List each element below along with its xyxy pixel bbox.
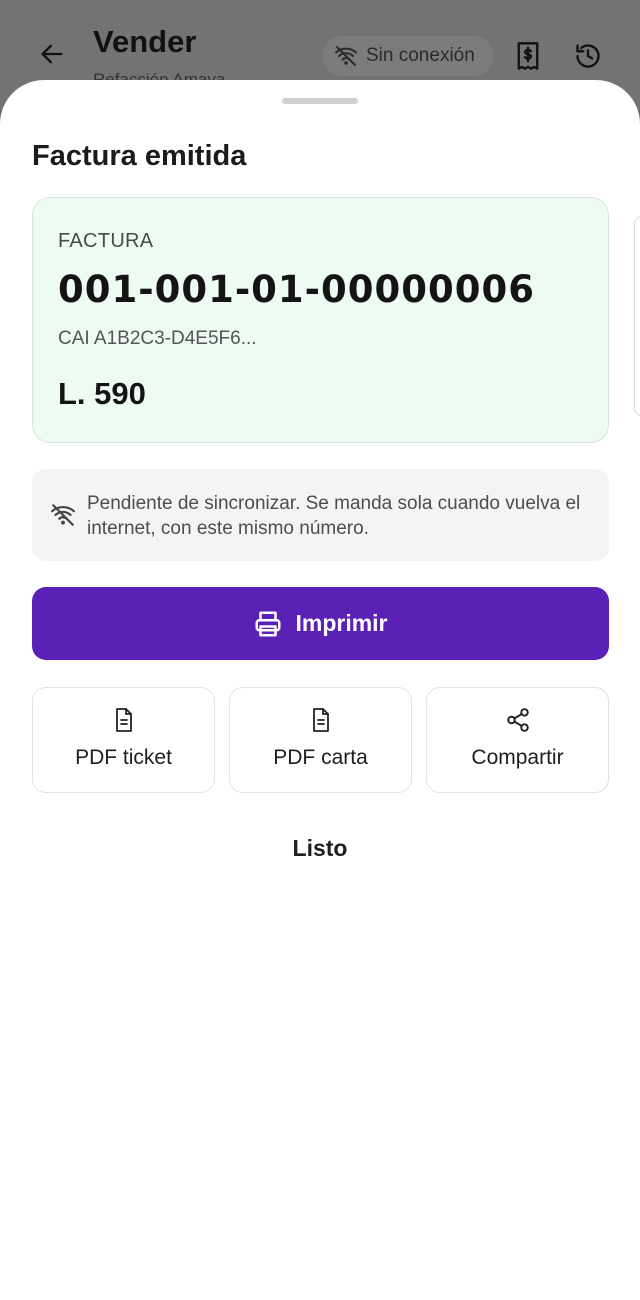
invoice-label: FACTURA bbox=[58, 230, 154, 252]
pdf-letter-label: PDF carta bbox=[273, 746, 368, 769]
history-icon bbox=[576, 44, 600, 68]
next-panel-edge bbox=[634, 216, 640, 416]
pdf-ticket-label: PDF ticket bbox=[75, 746, 172, 769]
history-button[interactable] bbox=[570, 38, 606, 74]
pdf-letter-button[interactable]: PDF carta bbox=[229, 687, 412, 793]
document-icon bbox=[115, 708, 132, 732]
arrow-left-icon bbox=[41, 44, 63, 64]
invoice-number: 001-001-01-00000006 bbox=[58, 268, 535, 311]
sheet-drag-handle[interactable] bbox=[282, 98, 358, 104]
app-title: Vender bbox=[93, 24, 197, 59]
share-label: Compartir bbox=[471, 746, 564, 769]
invoice-card: FACTURA 001-001-01-00000006 CAI A1B2C3-D… bbox=[32, 197, 609, 443]
receipt-button[interactable] bbox=[510, 38, 546, 74]
invoice-bottom-sheet: Factura emitida FACTURA 001-001-01-00000… bbox=[0, 80, 640, 1300]
wifi-off-icon bbox=[335, 46, 357, 66]
back-button[interactable] bbox=[36, 38, 68, 70]
pdf-ticket-button[interactable]: PDF ticket bbox=[32, 687, 215, 793]
sheet-title: Factura emitida bbox=[32, 140, 247, 172]
offline-status-label: Sin conexión bbox=[366, 45, 475, 66]
print-button-label: Imprimir bbox=[295, 610, 388, 636]
share-button[interactable]: Compartir bbox=[426, 687, 609, 793]
print-button[interactable]: Imprimir bbox=[32, 587, 609, 660]
share-icon bbox=[506, 708, 529, 732]
document-icon bbox=[312, 708, 329, 732]
sync-pending-text: Pendiente de sincronizar. Se manda sola … bbox=[87, 493, 581, 539]
sync-pending-note: Pendiente de sincronizar. Se manda sola … bbox=[32, 469, 609, 561]
done-button[interactable]: Listo bbox=[220, 825, 420, 871]
invoice-cai: CAI A1B2C3-D4E5F6... bbox=[58, 328, 257, 349]
printer-icon bbox=[255, 611, 281, 636]
offline-status-chip: Sin conexión bbox=[322, 36, 494, 76]
wifi-off-icon bbox=[51, 504, 75, 526]
invoice-total: L. 590 bbox=[58, 376, 146, 411]
receipt-dollar-icon bbox=[517, 42, 539, 70]
